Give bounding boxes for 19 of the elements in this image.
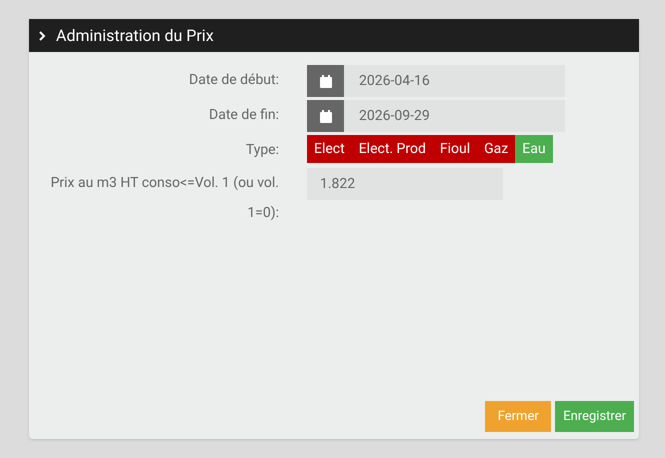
calendar-button[interactable]: [307, 100, 344, 132]
calendar-icon: [320, 74, 332, 88]
date-field[interactable]: 2026-09-29: [344, 100, 565, 132]
type-option[interactable]: Elect: [307, 135, 352, 163]
field-label: Date de fin:: [209, 107, 279, 123]
dialog-title: Administration du Prix: [56, 24, 214, 46]
field-label: Type:: [246, 142, 279, 158]
calendar-icon: [320, 110, 332, 122]
field-label: Prix au m3 HT conso<=Vol. 1 (ou vol. 1=0):: [50, 175, 279, 221]
save-button[interactable]: Enregistrer: [555, 401, 634, 432]
type-option[interactable]: Elect. Prod: [352, 135, 433, 163]
field-label: Date de début:: [189, 72, 279, 88]
price-field[interactable]: 1.822: [307, 168, 503, 200]
type-option[interactable]: Fioul: [432, 135, 478, 163]
type-option[interactable]: Eau: [515, 135, 553, 163]
calendar-button[interactable]: [307, 65, 344, 97]
type-option[interactable]: Gaz: [477, 135, 516, 163]
date-field[interactable]: 2026-04-16: [344, 65, 565, 97]
chevron-icon: [39, 30, 46, 40]
